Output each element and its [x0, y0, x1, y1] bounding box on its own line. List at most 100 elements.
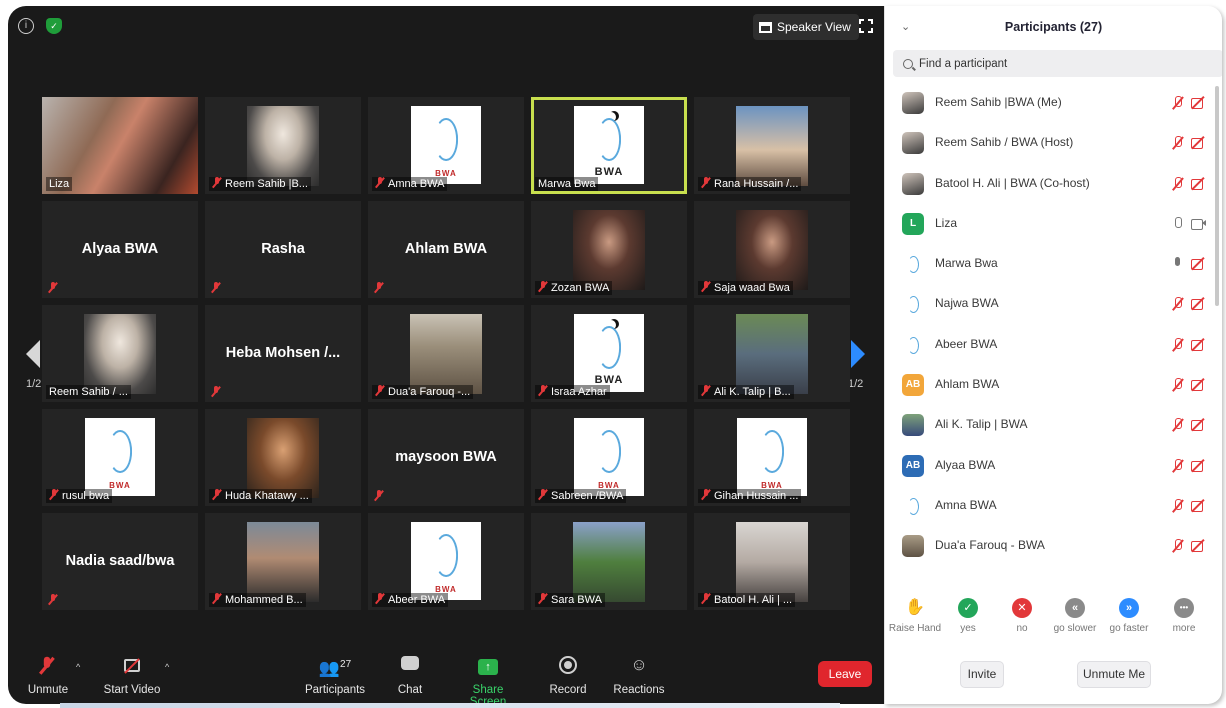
participant-search-input[interactable]: [919, 57, 1199, 70]
video-tile[interactable]: Liza: [42, 97, 198, 194]
participant-name-label: Sara BWA: [535, 593, 605, 607]
video-tile[interactable]: Rasha: [205, 201, 361, 298]
video-tile[interactable]: Alyaa BWA: [42, 201, 198, 298]
invite-button[interactable]: Invite: [960, 661, 1004, 688]
bwa-logo: BWA: [574, 106, 644, 184]
crescent-icon: [606, 320, 616, 330]
no-icon: ✕: [1012, 598, 1032, 618]
video-tile[interactable]: BWA Amna BWA: [368, 97, 524, 194]
mic-muted-icon: [211, 386, 221, 397]
meeting-topbar: i ✓ Speaker View: [8, 6, 884, 46]
share-screen-button[interactable]: ↑ Share Screen: [454, 654, 522, 704]
participant-list-scrollbar[interactable]: [1215, 86, 1219, 306]
mic-muted-icon[interactable]: [1172, 498, 1184, 513]
mic-muted-icon[interactable]: [1172, 96, 1184, 110]
video-tile[interactable]: Nadia saad/bwa: [42, 513, 198, 610]
video-tile[interactable]: maysoon BWA: [368, 409, 524, 506]
participant-name: Alyaa BWA: [935, 457, 996, 472]
participant-name-label: Liza: [46, 177, 73, 191]
mic-muted-icon[interactable]: [1172, 458, 1184, 473]
feedback-more-button[interactable]: ••• more: [1154, 598, 1214, 634]
participant-name-label: Sabreen /BWA: [535, 489, 627, 503]
page-indicator-right: 1/2: [848, 378, 864, 390]
participant-row[interactable]: Abeer BWA: [885, 325, 1211, 365]
video-tile[interactable]: Sara BWA: [531, 513, 687, 610]
mic-muted-icon[interactable]: [1172, 297, 1184, 311]
video-tile[interactable]: Heba Mohsen /...: [205, 305, 361, 402]
participant-name-text: Gihan Hussain ...: [714, 490, 799, 502]
avatar: [902, 172, 924, 195]
participant-video-frame: [736, 210, 808, 290]
mic-muted-icon[interactable]: [1172, 378, 1184, 392]
audio-options-caret-icon[interactable]: ^: [76, 662, 80, 672]
info-icon[interactable]: i: [18, 18, 34, 34]
speaker-view-button[interactable]: Speaker View: [753, 14, 859, 40]
participant-row[interactable]: L Liza: [885, 204, 1211, 244]
participant-name-text: Sabreen /BWA: [551, 490, 624, 502]
participant-row[interactable]: Reem Sahib |BWA (Me): [885, 83, 1211, 123]
video-tile[interactable]: Batool H. Ali | ...: [694, 513, 850, 610]
next-page-arrow-icon[interactable]: [851, 340, 865, 368]
participant-row[interactable]: Najwa BWA: [885, 284, 1211, 324]
participant-search[interactable]: [893, 50, 1222, 77]
video-tile[interactable]: Rana Hussain /...: [694, 97, 850, 194]
participant-row[interactable]: Reem Sahib / BWA (Host): [885, 123, 1211, 163]
crescent-icon: [606, 112, 616, 122]
participants-button[interactable]: 👥27 Participants: [304, 654, 366, 696]
previous-page-arrow-icon[interactable]: [26, 340, 40, 368]
video-tile[interactable]: BWA Gihan Hussain ...: [694, 409, 850, 506]
mic-muted-icon[interactable]: [1172, 418, 1184, 432]
video-tile[interactable]: Huda Khatawy ...: [205, 409, 361, 506]
mic-icon[interactable]: [1172, 257, 1184, 271]
shield-icon[interactable]: ✓: [46, 18, 62, 34]
feedback-yes-button[interactable]: ✓ yes: [938, 598, 998, 634]
video-tile[interactable]: Ali K. Talip | B...: [694, 305, 850, 402]
start-video-button[interactable]: Start Video ^: [103, 654, 169, 696]
video-tile[interactable]: Saja waad Bwa: [694, 201, 850, 298]
video-tile[interactable]: BWA Marwa Bwa: [531, 97, 687, 194]
video-tile[interactable]: BWA Abeer BWA: [368, 513, 524, 610]
feedback-go-slower-button[interactable]: « go slower: [1045, 598, 1105, 634]
video-tile[interactable]: BWA rusul bwa: [42, 409, 198, 506]
mic-muted-icon[interactable]: [1172, 337, 1184, 352]
video-tile[interactable]: Ahlam BWA: [368, 201, 524, 298]
feedback-go-faster-button[interactable]: » go faster: [1099, 598, 1159, 634]
feedback-no-button[interactable]: ✕ no: [992, 598, 1052, 634]
chat-label: Chat: [397, 684, 423, 696]
mic-muted-icon: [374, 282, 384, 293]
fullscreen-icon[interactable]: [859, 19, 873, 33]
video-tile[interactable]: BWA Sabreen /BWA: [531, 409, 687, 506]
chat-button[interactable]: Chat: [394, 654, 426, 696]
participant-row[interactable]: Ali K. Talip | BWA: [885, 405, 1211, 445]
participant-row[interactable]: AB Ahlam BWA: [885, 365, 1211, 405]
nonverbal-feedback-bar: ✋ Raise Hand ✓ yes ✕ no « go slower » go faster ••…: [885, 598, 1222, 648]
participant-row[interactable]: AB Alyaa BWA: [885, 446, 1211, 486]
mic-muted-icon[interactable]: [1172, 176, 1184, 191]
record-button[interactable]: Record: [546, 654, 590, 696]
leave-button[interactable]: Leave: [818, 661, 872, 687]
mic-muted-icon: [375, 385, 385, 396]
video-tile[interactable]: Dua'a Farouq -...: [368, 305, 524, 402]
participants-panel-header: ⌄ Participants (27): [885, 6, 1222, 48]
feedback-raise-hand-button[interactable]: ✋ Raise Hand: [885, 598, 945, 634]
participant-name-label: Zozan BWA: [535, 281, 613, 295]
video-tile[interactable]: Mohammed B...: [205, 513, 361, 610]
video-options-caret-icon[interactable]: ^: [165, 662, 169, 672]
avatar: L: [902, 212, 924, 235]
video-tile[interactable]: BWA Israa Azhar: [531, 305, 687, 402]
participant-row[interactable]: Marwa Bwa: [885, 244, 1211, 284]
unmute-button[interactable]: Unmute ^: [26, 654, 80, 696]
participant-row[interactable]: Amna BWA: [885, 486, 1211, 526]
participant-row[interactable]: Dua'a Farouq - BWA: [885, 526, 1211, 566]
mic-muted-icon[interactable]: [1172, 539, 1184, 553]
participant-row[interactable]: Batool H. Ali | BWA (Co-host): [885, 164, 1211, 204]
video-tile[interactable]: Zozan BWA: [531, 201, 687, 298]
record-label: Record: [549, 684, 587, 696]
mic-icon[interactable]: [1172, 216, 1184, 231]
mic-muted-icon[interactable]: [1172, 136, 1184, 150]
unmute-me-button[interactable]: Unmute Me: [1077, 661, 1151, 688]
video-tile[interactable]: Reem Sahib / ...: [42, 305, 198, 402]
reactions-button[interactable]: ☺ Reactions: [612, 654, 666, 696]
video-tile[interactable]: Reem Sahib |B...: [205, 97, 361, 194]
participant-video-frame: [247, 522, 319, 602]
